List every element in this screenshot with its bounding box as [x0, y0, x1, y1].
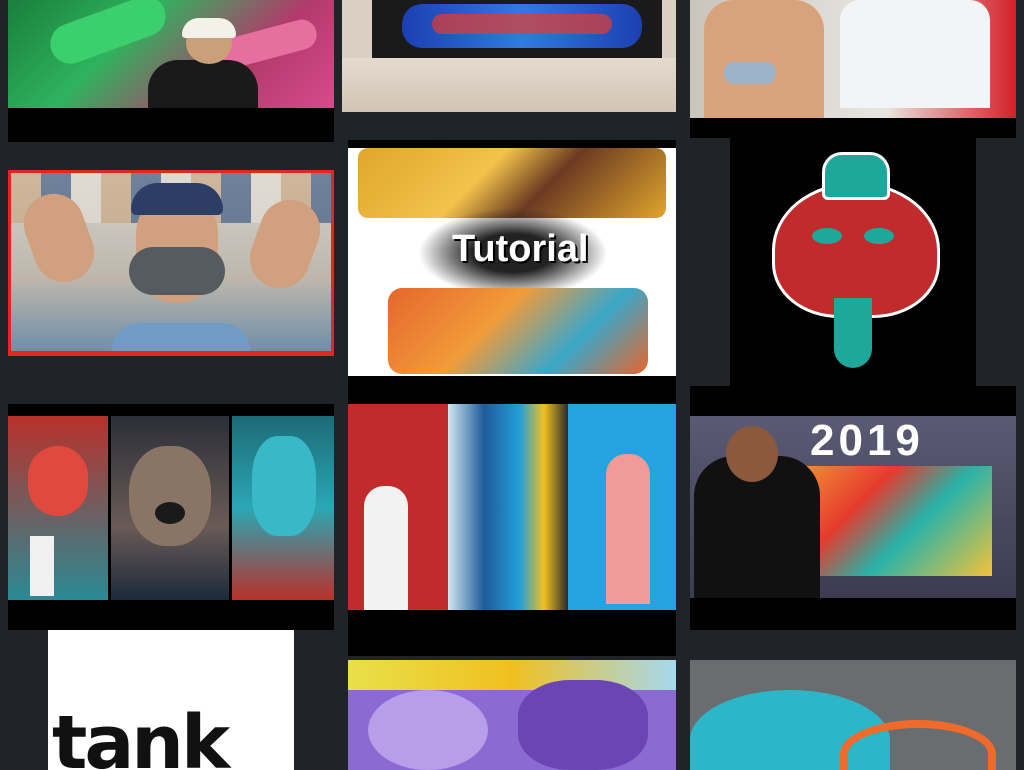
gallery-thumbnail-mask-video[interactable]	[8, 170, 334, 356]
gallery-thumbnail-train-painting[interactable]	[348, 404, 676, 656]
year-label: 2019	[810, 416, 924, 465]
respirator-mask	[129, 247, 225, 295]
gallery-thumbnail-tank-logo[interactable]: tank	[48, 630, 294, 770]
gallery-thumbnail-triptych-mural[interactable]	[8, 404, 334, 630]
gallery-thumbnail-monkey-logo[interactable]	[730, 138, 976, 386]
lion-face	[129, 446, 211, 546]
gallery-thumbnail-blue-graffiti-wall[interactable]	[342, 0, 676, 112]
gallery-thumbnail-mural-green[interactable]	[8, 0, 334, 142]
tank-logo-text: tank	[52, 700, 230, 770]
gallery-thumbnail-graffiti-tutorial[interactable]: Tutorial	[348, 140, 676, 404]
gallery-thumbnail-2019-canvas[interactable]: 2019	[690, 386, 1016, 630]
gallery-thumbnail-purple-graffiti[interactable]	[348, 660, 676, 770]
painter-left	[364, 486, 408, 610]
artist-figure	[148, 60, 258, 108]
gallery-thumbnail-police-encounter[interactable]	[690, 0, 1016, 138]
tutorial-title: Tutorial	[452, 228, 589, 270]
shirtless-artist	[704, 0, 824, 118]
police-officer	[840, 0, 990, 108]
painter-right	[606, 454, 650, 604]
gallery-thumbnail-teal-curve[interactable]	[690, 660, 1016, 770]
